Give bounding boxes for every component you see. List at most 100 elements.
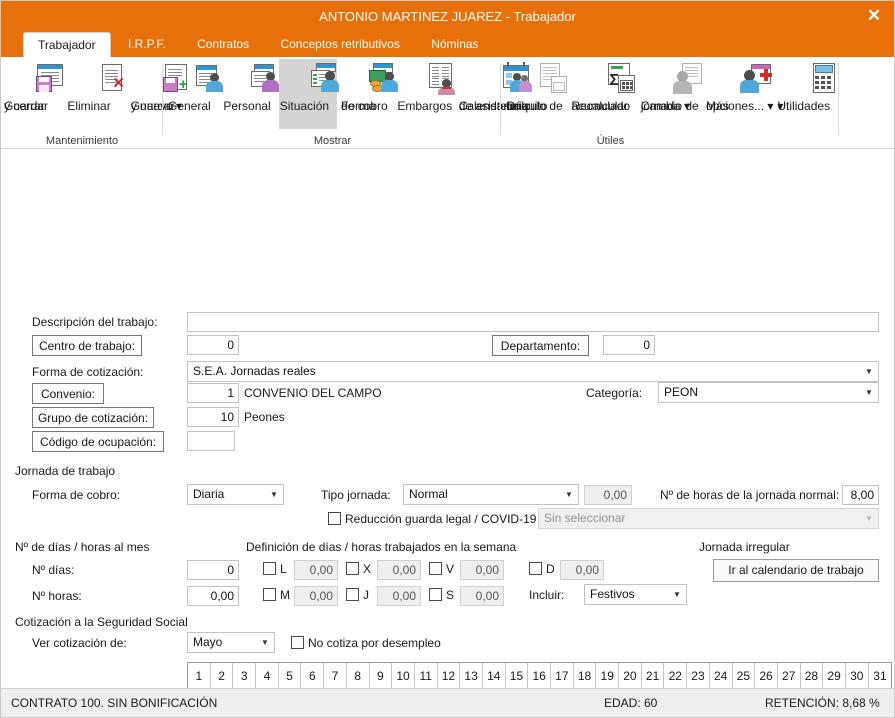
ribbon-button-personal[interactable]: Personal — [222, 59, 279, 129]
tipo-jornada-label: Tipo jornada: — [321, 488, 391, 502]
tipo-jornada-select[interactable]: Normal ▼ — [403, 484, 579, 505]
calendar-day-number[interactable]: 22 — [664, 663, 688, 689]
descripcion-trabajo-input[interactable] — [187, 312, 879, 332]
calendar-day-number[interactable]: 30 — [845, 663, 869, 689]
calendar-day-number[interactable]: 6 — [301, 663, 325, 689]
horas-jornada-normal-input[interactable]: 8,00 — [842, 485, 879, 505]
calendar-day-number[interactable]: 9 — [369, 663, 393, 689]
semana-hours-X[interactable]: 0,00 — [377, 560, 421, 580]
calendar-day-number[interactable]: 5 — [278, 663, 302, 689]
calendar-day-number[interactable]: 29 — [823, 663, 846, 689]
ribbon-button-situacion[interactable]: Situación — [278, 59, 339, 129]
calendar-day-number[interactable]: 24 — [709, 663, 733, 689]
n-horas-input[interactable]: 0,00 — [187, 586, 239, 606]
semana-checkbox-J[interactable] — [346, 588, 359, 601]
semana-checkbox-S[interactable] — [429, 588, 442, 601]
ir-calendario-trabajo-button[interactable]: Ir al calendario de trabajo — [713, 559, 879, 582]
calendar-day-number[interactable]: 20 — [619, 663, 642, 689]
semana-hours-L[interactable]: 0,00 — [294, 560, 338, 580]
title-bar: ANTONIO MARTINEZ JUAREZ - Trabajador ✕ — [1, 1, 894, 32]
n-horas-label: Nº horas: — [32, 589, 82, 603]
status-bar: CONTRATO 100. SIN BONIFICACIÓN EDAD: 60 … — [1, 688, 894, 717]
tab-irpf[interactable]: I.R.P.F. — [114, 32, 180, 57]
semana-checkbox-X[interactable] — [346, 562, 359, 575]
ribbon-button-general[interactable]: General — [167, 59, 223, 129]
calendar-day-number[interactable]: 15 — [505, 663, 529, 689]
ribbon-button-utilidades[interactable]: Utilidades ▾ — [776, 59, 838, 129]
semana-checkbox-L[interactable] — [263, 562, 276, 575]
centro-trabajo-button[interactable]: Centro de trabajo: — [32, 335, 142, 356]
departamento-input[interactable]: 0 — [603, 335, 655, 355]
calendar-day-number[interactable]: 18 — [573, 663, 597, 689]
ribbon-button-forma-de-cobro[interactable]: Forma de cobro — [340, 59, 398, 129]
calendar-day-number[interactable]: 12 — [437, 663, 461, 689]
calendar-day-number[interactable]: 25 — [732, 663, 756, 689]
calendar-day-number[interactable]: 26 — [755, 663, 778, 689]
grupo-cotizacion-code-input[interactable]: 10 — [187, 407, 239, 427]
ribbon-button-calculo-de-finiquito[interactable]: Cálculo de finiquito — [505, 59, 567, 129]
ribbon-button-recalcular-acumulado[interactable]: Σ Recalcular acumulado — [570, 59, 636, 129]
convenio-button[interactable]: Convenio: — [32, 383, 104, 404]
semana-hours-D[interactable]: 0,00 — [560, 560, 604, 580]
calendar-day-number[interactable]: 19 — [596, 663, 620, 689]
reduccion-guarda-legal-select[interactable]: Sin seleccionar ▼ — [538, 508, 879, 529]
semana-checkbox-V[interactable] — [429, 562, 442, 575]
calendar-day-number[interactable]: 7 — [324, 663, 347, 689]
n-dias-input[interactable]: 0 — [187, 560, 239, 580]
dias-horas-mes-section-label: Nº de días / horas al mes — [15, 540, 150, 554]
calendar-day-number[interactable]: 14 — [482, 663, 506, 689]
calendar-day-number[interactable]: 8 — [346, 663, 370, 689]
calendar-day-number[interactable]: 28 — [800, 663, 824, 689]
semana-day-label-J: J — [363, 588, 369, 602]
ribbon-button-cambio-de-jornada[interactable]: Cambio de jornada ▾ — [640, 59, 702, 129]
cambio-jornada-icon — [640, 62, 702, 98]
calendar-day-number[interactable]: 16 — [528, 663, 551, 689]
calendar-day-number[interactable]: 2 — [210, 663, 234, 689]
semana-hours-S[interactable]: 0,00 — [460, 586, 504, 606]
tab-nominas[interactable]: Nóminas — [417, 32, 492, 57]
calendar-day-number[interactable]: 17 — [551, 663, 574, 689]
close-icon[interactable]: ✕ — [860, 3, 888, 29]
ribbon-button-eliminar[interactable]: ✕ Eliminar — [66, 59, 126, 129]
convenio-code-input[interactable]: 1 — [187, 383, 239, 403]
ver-cotizacion-select[interactable]: Mayo ▼ — [187, 632, 275, 653]
centro-trabajo-input[interactable]: 0 — [187, 335, 239, 355]
semana-checkbox-D[interactable] — [529, 562, 542, 575]
calendar-day-number[interactable]: 27 — [777, 663, 801, 689]
ribbon-button-embargos[interactable]: Embargos — [396, 59, 456, 129]
codigo-ocupacion-button[interactable]: Código de ocupación: — [32, 431, 164, 452]
forma-cobro-select[interactable]: Diaria ▼ — [187, 484, 284, 505]
calendar-day-number[interactable]: 21 — [641, 663, 665, 689]
tab-conceptos-retributivos[interactable]: Conceptos retributivos — [266, 32, 413, 57]
ribbon-button-guardar-y-cerrar[interactable]: Guardar y cerrar — [3, 59, 63, 129]
semana-hours-V[interactable]: 0,00 — [460, 560, 504, 580]
calendar-day-number[interactable]: 23 — [687, 663, 710, 689]
categoria-select[interactable]: PEON ▼ — [658, 382, 879, 403]
no-cotiza-desempleo-checkbox[interactable] — [291, 636, 304, 649]
grupo-cotizacion-button[interactable]: Grupo de cotización: — [32, 407, 154, 428]
calendar-day-number[interactable]: 31 — [868, 663, 892, 689]
ribbon-button-label: Eliminar — [67, 99, 111, 113]
calendar-day-number[interactable]: 13 — [460, 663, 483, 689]
calendar-day-number[interactable]: 4 — [256, 663, 279, 689]
ribbon-button-mas-opciones[interactable]: Más opciones... ▾ — [705, 59, 773, 129]
calendar-day-number[interactable]: 10 — [392, 663, 415, 689]
calendar-day-number[interactable]: 11 — [414, 663, 438, 689]
forma-cotizacion-select[interactable]: S.E.A. Jornadas reales ▼ — [187, 361, 879, 382]
reduccion-guarda-legal-checkbox[interactable] — [328, 512, 341, 525]
tab-trabajador[interactable]: Trabajador — [23, 32, 111, 57]
categoria-value: PEON — [664, 385, 699, 399]
semana-hours-J[interactable]: 0,00 — [377, 586, 421, 606]
semana-checkbox-M[interactable] — [263, 588, 276, 601]
tab-contratos[interactable]: Contratos — [183, 32, 263, 57]
reduccion-guarda-legal-label: Reducción guarda legal / COVID-19 — [345, 512, 537, 526]
chevron-down-icon: ▼ — [565, 490, 573, 499]
semana-hours-M[interactable]: 0,00 — [294, 586, 338, 606]
calendar-day-number[interactable]: 1 — [188, 663, 211, 689]
incluir-select[interactable]: Festivos ▼ — [584, 584, 687, 605]
departamento-button[interactable]: Departamento: — [492, 335, 589, 356]
codigo-ocupacion-input[interactable] — [187, 431, 235, 451]
calendar-day-number[interactable]: 3 — [233, 663, 257, 689]
ribbon-group-utiles: Cálculo de finiquito Σ Recalcular acumul… — [502, 57, 839, 149]
no-cotiza-desempleo-label: No cotiza por desempleo — [308, 636, 441, 650]
